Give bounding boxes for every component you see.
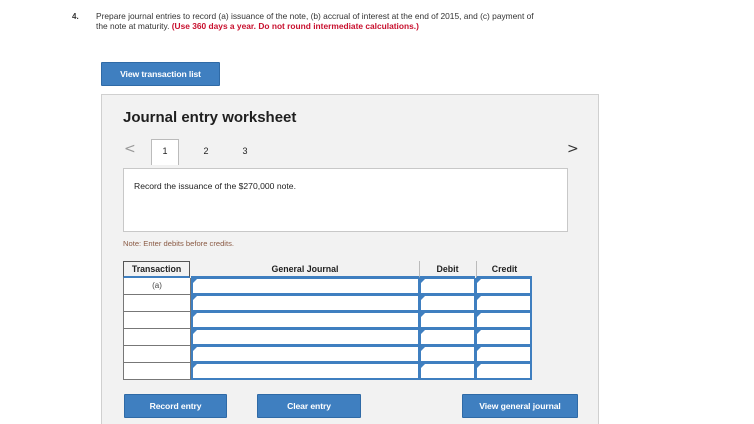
view-general-journal-button[interactable]: View general journal xyxy=(462,394,578,418)
worksheet-title: Journal entry worksheet xyxy=(123,109,297,126)
table-row xyxy=(123,363,533,380)
chevron-left-icon[interactable]: < xyxy=(124,141,136,157)
credit-input[interactable] xyxy=(476,346,532,363)
transaction-cell xyxy=(123,295,191,312)
account-input[interactable] xyxy=(191,363,420,380)
question-instruction: (Use 360 days a year. Do not round inter… xyxy=(171,21,419,31)
question-number: 4. xyxy=(72,12,79,21)
transaction-cell xyxy=(123,363,191,380)
header-debit: Debit xyxy=(419,261,475,278)
debit-input[interactable] xyxy=(420,295,476,312)
transaction-cell xyxy=(123,346,191,363)
account-input[interactable] xyxy=(191,278,420,295)
page-tab-2[interactable]: 2 xyxy=(199,146,213,156)
credit-input[interactable] xyxy=(476,329,532,346)
credit-input[interactable] xyxy=(476,278,532,295)
journal-table: (a) xyxy=(123,278,533,380)
table-row xyxy=(123,346,533,363)
header-general-journal: General Journal xyxy=(191,261,419,278)
header-credit: Credit xyxy=(476,261,532,278)
question-prompt: Prepare journal entries to record (a) is… xyxy=(96,11,546,31)
account-input[interactable] xyxy=(191,295,420,312)
credit-input[interactable] xyxy=(476,363,532,380)
table-row xyxy=(123,312,533,329)
page-tab-1[interactable]: 1 xyxy=(151,139,179,165)
entry-description-box: Record the issuance of the $270,000 note… xyxy=(123,168,568,232)
debit-input[interactable] xyxy=(420,329,476,346)
debit-input[interactable] xyxy=(420,363,476,380)
view-transaction-list-button[interactable]: View transaction list xyxy=(101,62,220,86)
credit-input[interactable] xyxy=(476,312,532,329)
debit-input[interactable] xyxy=(420,312,476,329)
table-row: (a) xyxy=(123,278,533,295)
transaction-cell: (a) xyxy=(123,278,191,295)
account-input[interactable] xyxy=(191,329,420,346)
clear-entry-button[interactable]: Clear entry xyxy=(257,394,361,418)
credit-input[interactable] xyxy=(476,295,532,312)
entry-note: Note: Enter debits before credits. xyxy=(123,239,235,248)
table-row xyxy=(123,295,533,312)
chevron-right-icon[interactable]: > xyxy=(567,141,579,157)
page-tab-3[interactable]: 3 xyxy=(238,146,252,156)
debit-input[interactable] xyxy=(420,278,476,295)
record-entry-button[interactable]: Record entry xyxy=(124,394,227,418)
entry-description: Record the issuance of the $270,000 note… xyxy=(134,181,296,191)
transaction-cell xyxy=(123,329,191,346)
transaction-cell xyxy=(123,312,191,329)
header-transaction: Transaction xyxy=(123,261,190,278)
account-input[interactable] xyxy=(191,312,420,329)
account-input[interactable] xyxy=(191,346,420,363)
journal-entry-worksheet: Journal entry worksheet < 1 2 3 > Record… xyxy=(101,94,599,424)
debit-input[interactable] xyxy=(420,346,476,363)
table-row xyxy=(123,329,533,346)
